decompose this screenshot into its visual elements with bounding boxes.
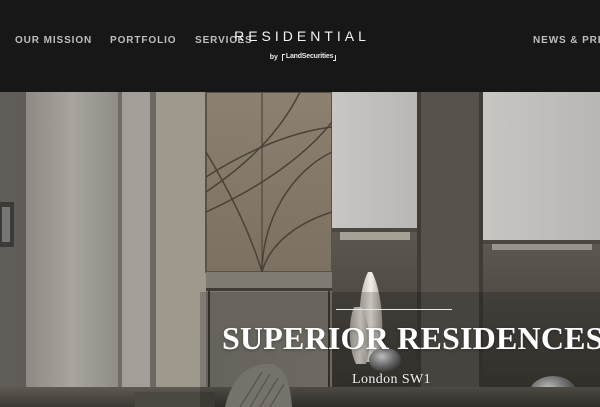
- nav-link-news-press[interactable]: NEWS & PRES: [533, 35, 600, 46]
- hero-location: London SW1: [352, 372, 432, 387]
- brand-logo[interactable]: RESIDENTIAL by LandSecurities: [220, 28, 380, 61]
- hero-title: SUPERIOR RESIDENCES: [222, 320, 600, 356]
- hero-divider-line: [336, 309, 452, 310]
- site-header: OUR MISSION PORTFOLIO SERVICES RESIDENTI…: [0, 0, 600, 92]
- brand-partner-line: by LandSecurities: [226, 53, 380, 61]
- hero-banner: SUPERIOR RESIDENCES London SW1: [0, 92, 600, 407]
- hero-interior-image: [0, 92, 600, 407]
- nav-link-portfolio[interactable]: PORTFOLIO: [110, 35, 176, 46]
- brand-by-label: by: [269, 53, 278, 61]
- brand-wordmark: RESIDENTIAL: [234, 28, 370, 44]
- nav-link-our-mission[interactable]: OUR MISSION: [15, 35, 92, 46]
- landsecurities-logo: LandSecurities: [281, 53, 337, 61]
